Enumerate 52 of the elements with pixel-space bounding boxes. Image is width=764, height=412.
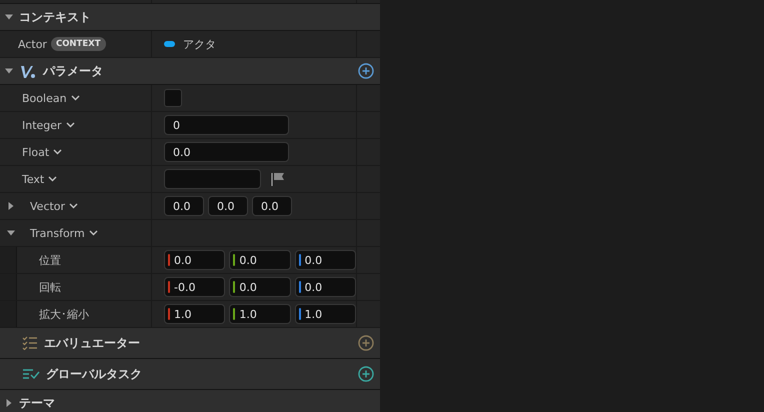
dropdown-caret-icon[interactable] [53, 149, 62, 155]
axis-field[interactable]: 0.0 [229, 250, 291, 270]
expand-arrow-icon[interactable] [7, 229, 15, 237]
number-field[interactable]: 0.0 [252, 196, 292, 216]
checkbox[interactable] [164, 89, 182, 107]
axis-field[interactable]: 0.0 [229, 277, 291, 297]
property-label: Transform [30, 226, 85, 240]
section-title: グローバルタスク [46, 366, 143, 382]
property-label: Boolean [22, 92, 67, 104]
property-label: Actor [18, 38, 47, 50]
axis-field[interactable]: -0.0 [164, 277, 226, 297]
dropdown-caret-icon[interactable] [69, 203, 78, 209]
property-label: Float [22, 146, 50, 158]
number-field[interactable]: 0.0 [164, 142, 289, 162]
text-field[interactable] [164, 169, 261, 189]
expand-arrow-icon[interactable] [7, 202, 15, 210]
axis-field[interactable]: 1.0 [229, 304, 291, 324]
axis-field[interactable]: 0.0 [294, 277, 356, 297]
axis-field[interactable]: 0.0 [164, 250, 226, 270]
pin-icon [164, 41, 175, 47]
flag-icon[interactable] [271, 172, 285, 186]
add-icon[interactable] [358, 63, 374, 79]
axis-field[interactable]: 1.0 [164, 304, 226, 324]
axis-field[interactable]: 0.0 [294, 250, 356, 270]
add-icon[interactable] [358, 366, 374, 382]
section-title: テーマ [19, 394, 56, 412]
section-title: コンテキスト [19, 8, 92, 26]
property-label: 回転 [39, 280, 61, 294]
dropdown-caret-icon[interactable] [88, 230, 98, 236]
property-label: 位置 [39, 252, 61, 268]
section-title: パラメータ [43, 62, 104, 80]
checklist-icon [22, 336, 38, 350]
variable-icon [19, 63, 37, 79]
task-check-icon [22, 368, 40, 380]
section-title: エバリュエーター [44, 334, 141, 352]
axis-field[interactable]: 1.0 [294, 304, 356, 324]
property-label: Text [22, 172, 44, 186]
expand-arrow-icon[interactable] [5, 13, 13, 21]
dropdown-caret-icon[interactable] [70, 95, 80, 101]
context-badge: CONTEXT [50, 37, 106, 51]
number-field[interactable]: 0.0 [208, 196, 248, 216]
expand-arrow-icon[interactable] [5, 399, 13, 407]
property-label: 拡大･縮小 [39, 306, 89, 322]
property-label: Integer [22, 118, 62, 132]
expand-arrow-icon[interactable] [5, 67, 13, 75]
add-icon[interactable] [358, 335, 374, 351]
number-field[interactable]: 0 [164, 115, 289, 135]
actor-value: アクタ [183, 36, 216, 52]
property-label: Vector [30, 200, 66, 212]
number-field[interactable]: 0.0 [164, 196, 204, 216]
dropdown-caret-icon[interactable] [48, 176, 58, 182]
dropdown-caret-icon[interactable] [66, 122, 75, 128]
